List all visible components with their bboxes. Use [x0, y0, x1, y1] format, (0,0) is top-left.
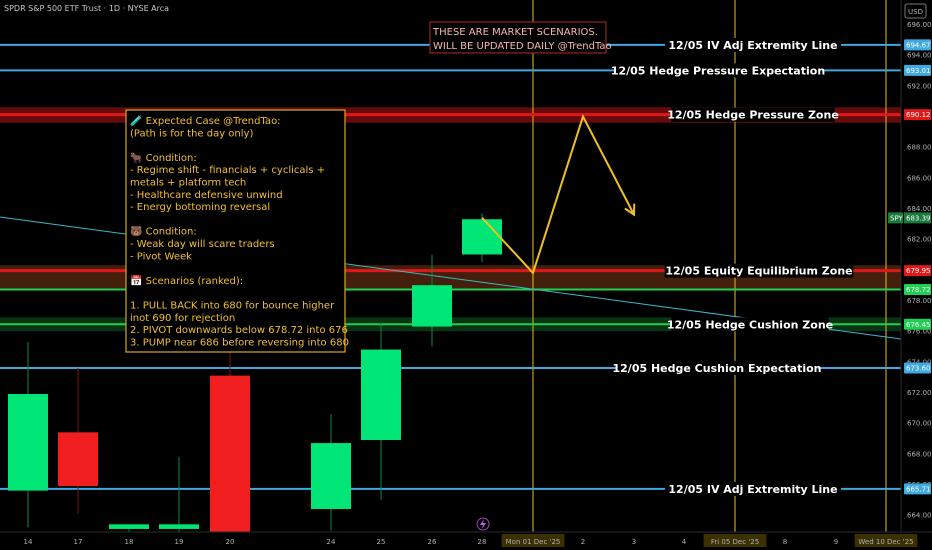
price-tag-label: 690.12 [906, 111, 931, 119]
last-price-symbol: SPY [890, 214, 904, 222]
time-tick-label: 18 [125, 538, 134, 546]
note-line: 📅 Scenarios (ranked): [130, 274, 243, 287]
note-line: metals + platform tech [130, 178, 246, 189]
level-label: 12/05 Hedge Pressure Zone [667, 109, 839, 122]
candle-body [8, 394, 48, 491]
level-label: 12/05 Hedge Cushion Zone [667, 318, 833, 331]
candle-body [311, 443, 351, 510]
time-tick-label: 17 [74, 538, 83, 546]
level-label: 12/05 IV Adj Extremity Line [668, 483, 837, 496]
note-line: 2. PIVOT downwards below 678.72 into 676 [130, 325, 348, 336]
time-tick-label: 28 [478, 538, 487, 546]
price-tick-label: 670.00 [907, 420, 932, 428]
candle-body [361, 349, 401, 441]
level-label: 12/05 Equity Equilibrium Zone [665, 265, 852, 278]
price-tag-label: 673.60 [906, 364, 931, 372]
time-tick-label: 20 [226, 538, 235, 546]
time-tick-label: 8 [783, 538, 787, 546]
price-tick-label: 684.00 [907, 205, 932, 213]
price-tick-label: 692.00 [907, 82, 932, 90]
price-tick-label: 672.00 [907, 389, 932, 397]
note-line: - Energy bottoming reversal [130, 202, 270, 213]
note-line: inot 690 for rejection [130, 313, 235, 324]
banner-line-2: WILL BE UPDATED DAILY @TrendTao [433, 41, 612, 52]
price-tick-label: 688.00 [907, 144, 932, 152]
ticker-line: SPDR S&P 500 ETF Trust · 1D · NYSE Arca [4, 4, 169, 13]
price-tag-label: 678.72 [906, 286, 931, 294]
price-tick-label: 686.00 [907, 174, 932, 182]
note-line: 🧪 Expected Case @TrendTao: [130, 115, 281, 127]
note-line: 🐂 Condition: [130, 152, 197, 164]
price-tick-label: 696.00 [907, 21, 932, 29]
note-line: - Weak day will scare traders [130, 239, 275, 250]
price-tick-label: 682.00 [907, 236, 932, 244]
note-line: 🐻 Condition: [130, 225, 197, 238]
price-tick-label: 678.00 [907, 297, 932, 305]
candle-body [210, 375, 250, 532]
price-tag-label: 694.67 [906, 41, 931, 49]
time-tick-label: 19 [175, 538, 184, 546]
banner-line-1: THESE ARE MARKET SCENARIOS. [432, 27, 598, 38]
last-price-label: 683.39 [906, 214, 931, 222]
time-tick-label: Fri 05 Dec '25 [711, 538, 759, 546]
time-tick-label: 26 [428, 538, 437, 546]
note-line: - Pivot Week [130, 251, 192, 262]
level-label: 12/05 Hedge Cushion Expectation [613, 362, 822, 375]
time-tick-label: 9 [834, 538, 838, 546]
candle-body [412, 285, 452, 327]
candle-body [109, 524, 149, 529]
time-tick-label: 2 [581, 538, 585, 546]
price-tag-label: 676.45 [906, 321, 931, 329]
candle-body [462, 219, 502, 255]
time-tick-label: 25 [377, 538, 386, 546]
time-tick-label: 3 [632, 538, 636, 546]
expected-case-box: 🧪 Expected Case @TrendTao: (Path is for … [125, 109, 349, 353]
price-tick-label: 664.00 [907, 512, 932, 520]
price-chart[interactable]: 12/05 IV Adj Extremity Line 12/05 Hedge P… [0, 0, 932, 550]
time-tick-label: Mon 01 Dec '25 [506, 538, 561, 546]
note-line: (Path is for the day only) [130, 128, 253, 139]
level-label: 12/05 IV Adj Extremity Line [668, 39, 837, 52]
price-tag-label: 665.71 [906, 485, 931, 493]
price-tag-label: 693.01 [906, 67, 931, 75]
level-label: 12/05 Hedge Pressure Expectation [611, 64, 825, 77]
price-tick-label: 694.00 [907, 52, 932, 60]
note-line: - Healthcare defensive unwind [130, 190, 283, 201]
candle-body [159, 524, 199, 529]
price-tick-label: 668.00 [907, 450, 932, 458]
time-tick-label: 24 [327, 538, 336, 546]
note-line: 3. PUMP near 686 before reversing into 6… [130, 337, 349, 348]
time-tick-label: 4 [682, 538, 687, 546]
svg-text:USD: USD [908, 8, 923, 16]
time-tick-label: 14 [24, 538, 33, 546]
scenario-banner: THESE ARE MARKET SCENARIOS. WILL BE UPDA… [429, 21, 612, 54]
candle-body [58, 432, 98, 487]
time-tick-label: Wed 10 Dec '25 [858, 538, 913, 546]
note-line: 1. PULL BACK into 680 for bounce higher [130, 301, 335, 312]
note-line: - Regime shift - financials + cyclicals … [130, 165, 325, 176]
price-tag-label: 679.95 [906, 267, 931, 275]
